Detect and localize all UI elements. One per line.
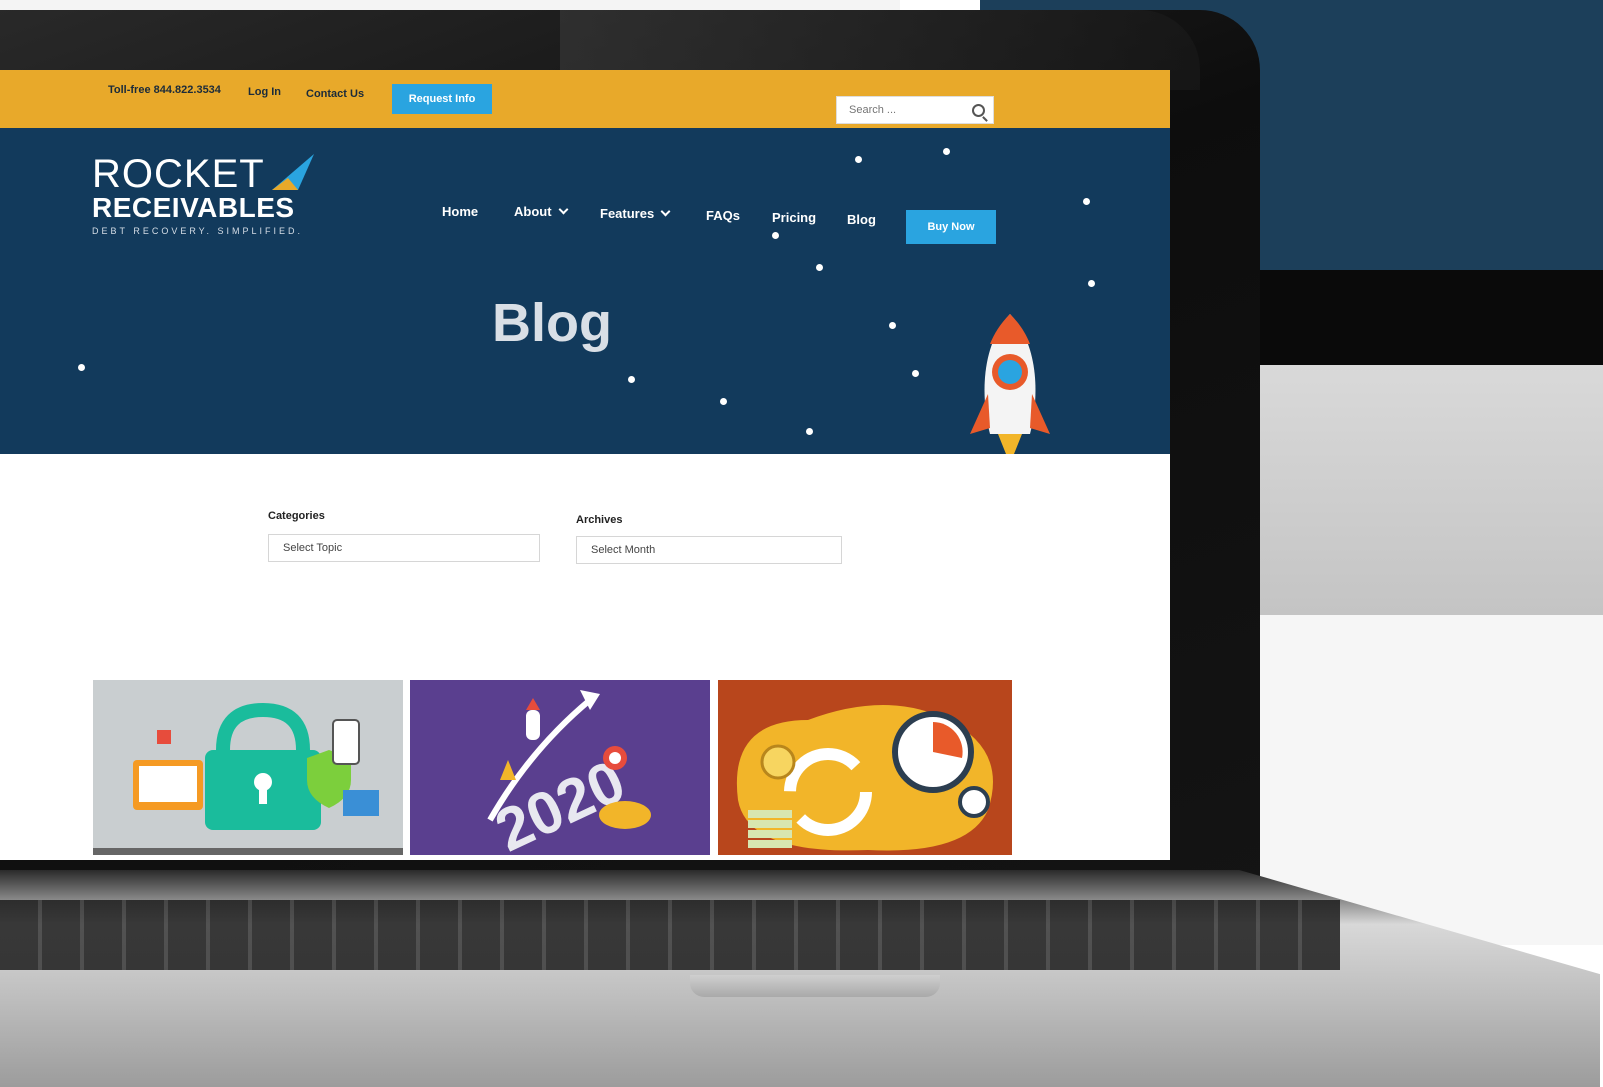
contact-us-link[interactable]: Contact Us [306, 88, 364, 100]
archives-select[interactable]: Select Month [576, 536, 842, 564]
laptop-notch [690, 975, 940, 997]
star [889, 322, 896, 329]
search-field[interactable] [836, 96, 994, 124]
blog-post-card[interactable] [718, 680, 1012, 855]
star [1088, 280, 1095, 287]
nav-pricing[interactable]: Pricing [772, 210, 816, 225]
nav-about[interactable]: About [514, 204, 568, 219]
toll-free-phone[interactable]: Toll-free 844.822.3534 [108, 84, 221, 96]
nav-home[interactable]: Home [442, 204, 478, 219]
login-link[interactable]: Log In [248, 86, 281, 98]
star [78, 364, 85, 371]
star [628, 376, 635, 383]
star [855, 156, 862, 163]
nav-blog[interactable]: Blog [847, 212, 876, 227]
nav-features[interactable]: Features [600, 206, 671, 221]
background-monitor-stand [1215, 365, 1603, 615]
request-info-button[interactable]: Request Info [392, 84, 492, 114]
search-input[interactable] [837, 97, 981, 123]
utility-bar: Toll-free 844.822.3534 Log In Contact Us… [0, 70, 1170, 128]
star [1083, 198, 1090, 205]
blog-post-card[interactable] [93, 680, 403, 855]
blog-post-card[interactable]: 2020 [410, 680, 710, 855]
star [816, 264, 823, 271]
background-monitor-bezel [1210, 270, 1603, 370]
star [772, 232, 779, 239]
search-icon[interactable] [972, 104, 985, 117]
logo-line2: RECEIVABLES [92, 192, 295, 223]
archives-label: Archives [576, 514, 623, 526]
nav-faqs[interactable]: FAQs [706, 208, 740, 223]
categories-select[interactable]: Select Topic [268, 534, 540, 562]
star [720, 398, 727, 405]
blog-post-grid: 2020 [0, 680, 1170, 860]
laptop-keyboard [0, 900, 1340, 970]
cashflow-clock-icon [736, 705, 993, 851]
star [912, 370, 919, 377]
logo-tagline: DEBT RECOVERY. SIMPLIFIED. [92, 226, 304, 236]
blog-filters: Categories Select Topic Archives Select … [0, 454, 1170, 684]
page-title: Blog [492, 293, 612, 353]
nav-features-label: Features [600, 206, 655, 221]
chevron-down-icon [558, 204, 568, 215]
nav-about-label: About [514, 204, 552, 219]
security-lock-icon [93, 702, 403, 855]
laptop-screen: ROCKET RECEIVABLES DEBT RECOVERY. SIMPLI… [0, 70, 1170, 860]
buy-now-button[interactable]: Buy Now [906, 210, 996, 244]
star [943, 148, 950, 155]
growth-2020-icon: 2020 [485, 690, 651, 855]
paper-plane-icon [272, 154, 314, 190]
hero-banner: ROCKET RECEIVABLES DEBT RECOVERY. SIMPLI… [0, 114, 1170, 500]
star [806, 428, 813, 435]
categories-label: Categories [268, 510, 325, 522]
chevron-down-icon [660, 206, 671, 217]
